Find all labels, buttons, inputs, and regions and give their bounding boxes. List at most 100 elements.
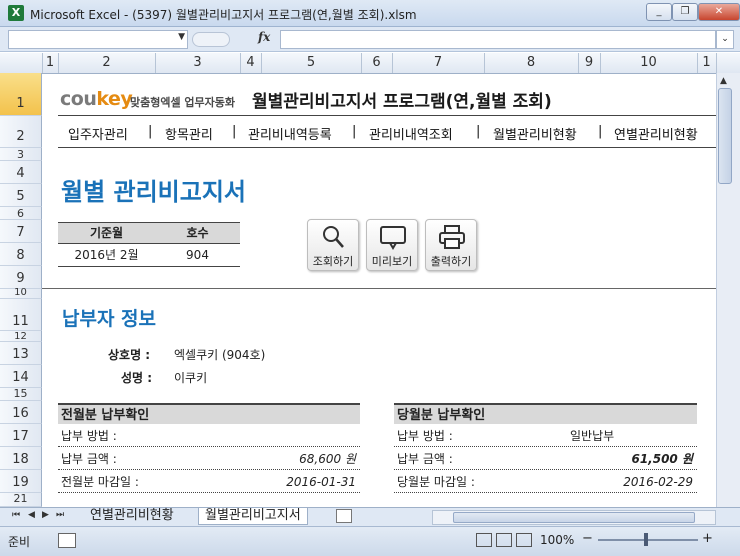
title-bar: X Microsoft Excel - (5397) 월별관리비고지서 프로그램…: [0, 0, 740, 27]
select-all-corner[interactable]: [0, 53, 43, 73]
sheet-tab-yearly[interactable]: 연별관리비현황: [84, 508, 180, 524]
coukey-logo: coukey: [60, 88, 133, 110]
nav-tenant-management[interactable]: 입주자관리: [68, 124, 128, 143]
divider: [58, 115, 716, 116]
row-header-5[interactable]: 5: [0, 184, 42, 207]
prev-due-value: 2016-01-31: [286, 475, 356, 489]
col-header-7[interactable]: 7: [392, 53, 485, 73]
criteria-unit-value[interactable]: 904: [155, 245, 240, 265]
search-button[interactable]: 조회하기: [307, 219, 359, 271]
row-header-6[interactable]: 6: [0, 207, 42, 220]
divider: [58, 243, 240, 244]
print-button-label: 출력하기: [430, 255, 472, 268]
nav-separator: |: [352, 124, 357, 139]
curr-amount-value: 61,500 원: [631, 452, 693, 466]
new-sheet-icon[interactable]: [336, 509, 352, 523]
sheet-tab-bar: ⏮ ◀ ▶ ⏭ 연별관리비현황 월별관리비고지서: [0, 507, 740, 526]
expand-formula-button[interactable]: ⌄: [716, 30, 734, 49]
scroll-up-arrow[interactable]: ▲: [720, 76, 727, 86]
chevron-down-icon[interactable]: ▼: [178, 32, 185, 42]
row-header-11[interactable]: 11: [0, 299, 42, 331]
close-button[interactable]: ✕: [698, 3, 740, 21]
row-header-17[interactable]: 17: [0, 424, 42, 447]
zoom-out-button[interactable]: −: [582, 531, 593, 546]
zoom-slider-handle[interactable]: [644, 533, 648, 546]
row-header-15[interactable]: 15: [0, 388, 42, 401]
page-title: 월별 관리비고지서: [61, 178, 246, 206]
nav-fee-inquiry[interactable]: 관리비내역조회: [369, 124, 453, 143]
horizontal-scrollbar[interactable]: [432, 510, 716, 525]
print-button[interactable]: 출력하기: [425, 219, 477, 271]
last-sheet-icon[interactable]: ⏭: [56, 510, 64, 520]
prev-month-header: 전월분 납부확인: [58, 403, 360, 424]
row-header-3[interactable]: 3: [0, 148, 42, 161]
criteria-month-header: 기준월: [58, 223, 155, 243]
curr-method-value: 일반납부: [570, 429, 615, 443]
col-header-6[interactable]: 6: [361, 53, 393, 73]
row-header-9[interactable]: 9: [0, 266, 42, 289]
zoom-level[interactable]: 100%: [540, 533, 574, 547]
vertical-scroll-thumb[interactable]: [718, 88, 732, 184]
criteria-unit-header: 호수: [155, 223, 240, 243]
print-icon: [439, 225, 465, 249]
nav-separator: |: [598, 124, 603, 139]
row-header-2[interactable]: 2: [0, 116, 42, 148]
row-header-18[interactable]: 18: [0, 447, 42, 470]
row-header-16[interactable]: 16: [0, 401, 42, 424]
page-layout-icon[interactable]: [496, 533, 512, 547]
col-header-5[interactable]: 5: [261, 53, 362, 73]
curr-method-row: 납부 방법 : 일반납부: [394, 426, 697, 447]
row-header-7[interactable]: 7: [0, 220, 42, 243]
prev-sheet-icon[interactable]: ◀: [28, 510, 35, 520]
row-header-14[interactable]: 14: [0, 365, 42, 388]
window-title: Microsoft Excel - (5397) 월별관리비고지서 프로그램(연…: [30, 8, 417, 22]
excel-app-icon[interactable]: X: [8, 5, 24, 21]
col-header-2[interactable]: 2: [58, 53, 156, 73]
row-header-4[interactable]: 4: [0, 161, 42, 184]
horizontal-scroll-thumb[interactable]: [453, 512, 695, 523]
zoom-in-button[interactable]: +: [702, 531, 713, 546]
row-header-21[interactable]: 21: [0, 493, 42, 507]
col-header-4[interactable]: 4: [240, 53, 262, 73]
nav-fee-entry[interactable]: 관리비내역등록: [248, 124, 332, 143]
insert-function-icon[interactable]: fx: [258, 30, 270, 44]
name-label: 성명 :: [121, 371, 153, 385]
row-header-19[interactable]: 19: [0, 470, 42, 493]
row-header-12[interactable]: 12: [0, 331, 42, 342]
app-title: 월별관리비고지서 프로그램(연,월별 조회): [252, 92, 552, 112]
formula-input[interactable]: [280, 30, 716, 49]
nav-item-management[interactable]: 항목관리: [165, 124, 213, 143]
row-header-13[interactable]: 13: [0, 342, 42, 365]
zoom-slider[interactable]: [598, 539, 698, 541]
page-break-preview-icon[interactable]: [516, 533, 532, 547]
nav-yearly-status[interactable]: 연별관리비현황: [614, 124, 698, 143]
row-header-8[interactable]: 8: [0, 243, 42, 266]
prev-method-row: 납부 방법 :: [58, 426, 360, 447]
minimize-button[interactable]: _: [646, 3, 672, 21]
next-sheet-icon[interactable]: ▶: [42, 510, 49, 520]
col-header-3[interactable]: 3: [155, 53, 241, 73]
curr-due-value: 2016-02-29: [623, 475, 693, 489]
sheet-tab-monthly-active[interactable]: 월별관리비고지서: [198, 508, 308, 525]
first-sheet-icon[interactable]: ⏮: [12, 510, 20, 520]
divider: [42, 288, 716, 289]
row-header-10[interactable]: 10: [0, 288, 42, 299]
macro-record-icon[interactable]: [58, 533, 76, 548]
nav-separator: |: [232, 124, 237, 139]
name-value: 이쿠키: [174, 371, 208, 385]
normal-view-icon[interactable]: [476, 533, 492, 547]
col-header-9[interactable]: 9: [578, 53, 601, 73]
formula-bar: ▼ fx ⌄: [0, 27, 740, 52]
col-header-10[interactable]: 10: [600, 53, 698, 73]
preview-icon: [380, 226, 406, 250]
nav-monthly-status[interactable]: 월별관리비현황: [493, 124, 577, 143]
col-header-11[interactable]: 1: [697, 53, 717, 73]
formula-bar-handle[interactable]: [192, 32, 230, 47]
maximize-button[interactable]: ❐: [672, 3, 698, 21]
row-header-1[interactable]: 1: [0, 73, 42, 116]
name-box[interactable]: ▼: [8, 30, 188, 49]
col-header-8[interactable]: 8: [484, 53, 579, 73]
col-header-1[interactable]: 1: [42, 53, 59, 73]
preview-button[interactable]: 미리보기: [366, 219, 418, 271]
criteria-month-value[interactable]: 2016년 2월: [58, 245, 155, 265]
